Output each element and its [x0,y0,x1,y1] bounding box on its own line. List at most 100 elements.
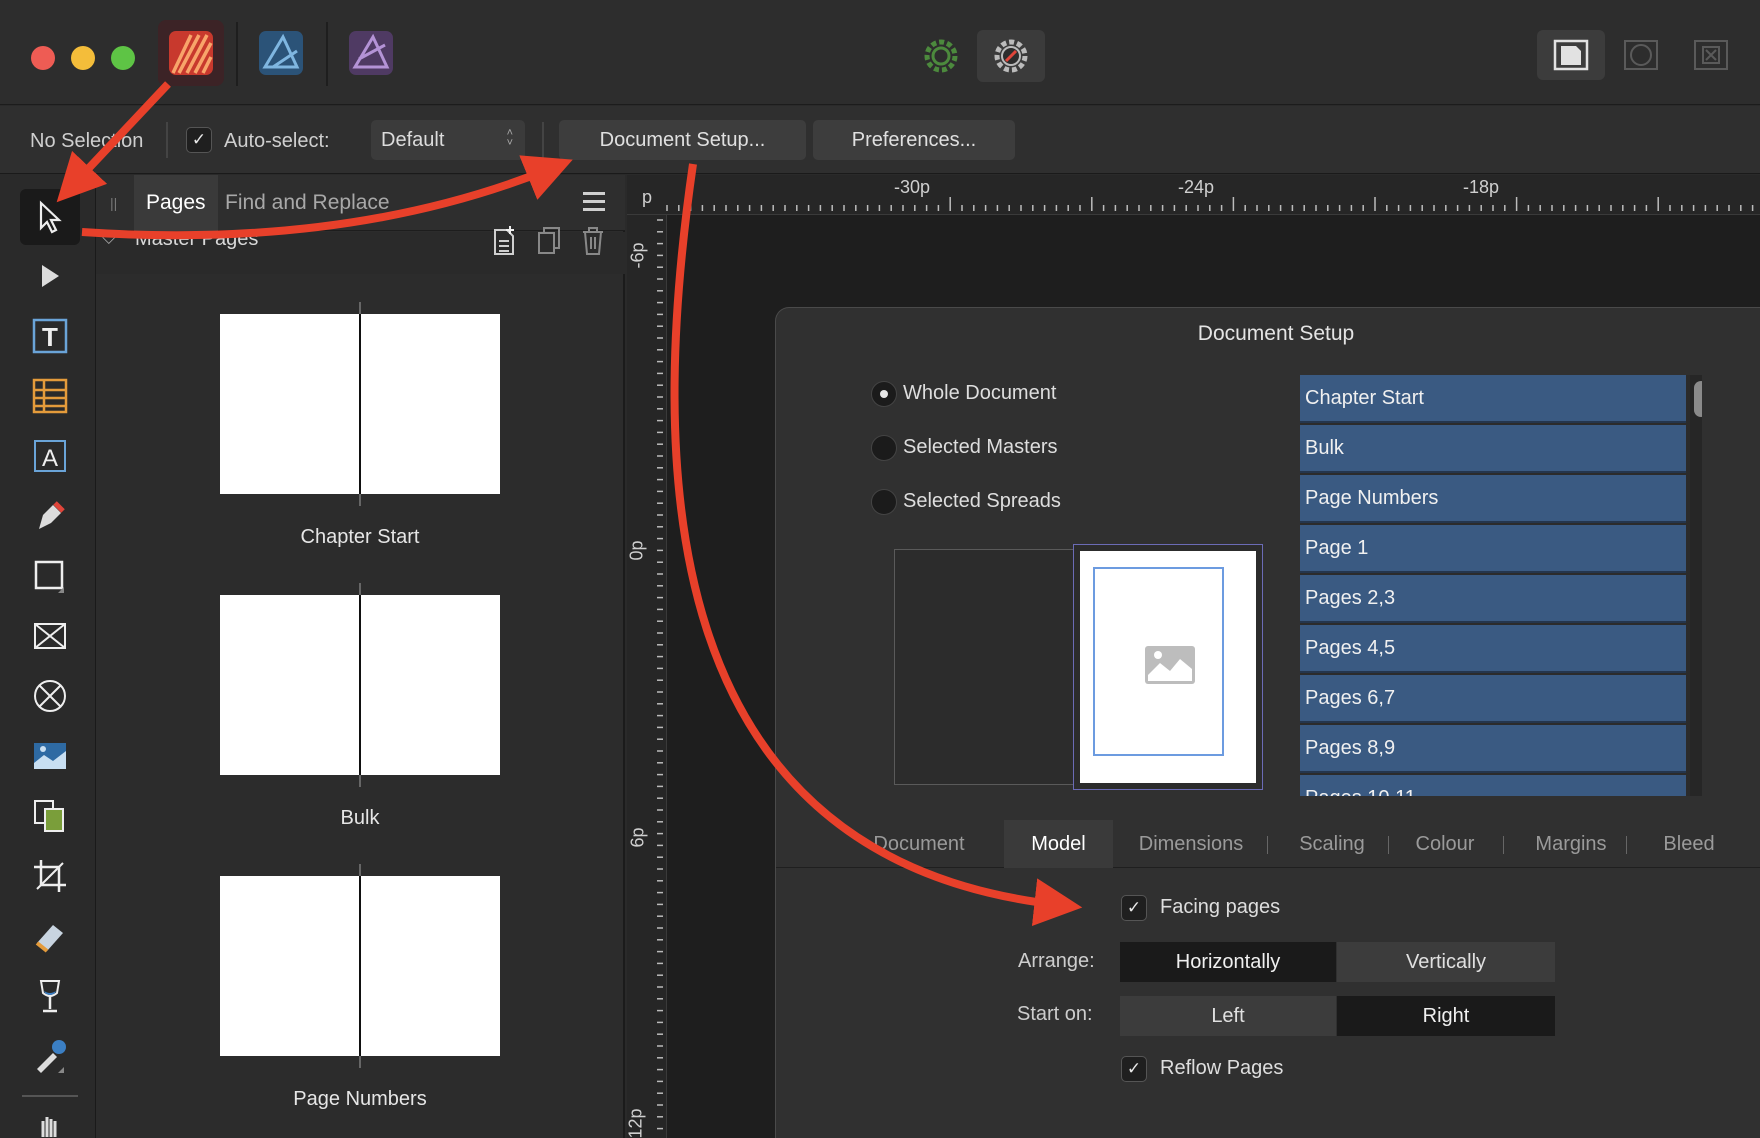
start-on-left-button[interactable]: Left [1120,996,1336,1036]
ruler-label: 0p [626,540,647,561]
tab-find-and-replace[interactable]: Find and Replace [213,175,402,231]
preferences-button[interactable]: Preferences... [813,120,1015,160]
list-item[interactable]: Page Numbers [1300,475,1686,523]
list-item[interactable]: Chapter Start [1300,375,1686,423]
settings-gear-icon[interactable] [907,30,975,82]
pages-panel: || Pages Find and Replace ⌵ Master Pages… [96,175,625,1138]
duplicate-master-icon[interactable] [536,226,562,256]
list-item[interactable]: Pages 10,11 [1300,775,1686,796]
tab-model[interactable]: Model [1004,820,1113,868]
minimize-window-button[interactable] [71,46,95,70]
radio-label[interactable]: Selected Masters [903,436,1058,459]
frame-text-tool-icon[interactable]: T [20,308,80,364]
list-item[interactable]: Pages 2,3 [1300,575,1686,623]
panel-grip-icon[interactable]: || [110,195,117,211]
publisher-persona-icon[interactable] [158,20,224,86]
tab-document[interactable]: Document [862,820,976,868]
trash-icon[interactable] [580,226,606,256]
start-on-right-button[interactable]: Right [1337,996,1555,1036]
radio-label[interactable]: Whole Document [903,382,1056,405]
list-scrollbar[interactable] [1690,375,1702,796]
master-chapter-start[interactable]: Chapter Start [220,302,500,549]
panel-menu-icon[interactable] [583,192,605,212]
tab-pages[interactable]: Pages [134,175,218,231]
reflow-pages-checkbox[interactable]: ✓ [1121,1056,1147,1082]
ruler-label: -6p [627,242,648,269]
radio-label[interactable]: Selected Spreads [903,490,1061,513]
master-label: Chapter Start [300,526,420,548]
tab-scaling[interactable]: Scaling [1277,820,1387,868]
svg-text:T: T [42,322,58,352]
picture-frame-ellipse-icon[interactable] [20,668,80,724]
add-master-icon[interactable] [491,226,517,256]
place-image-icon[interactable] [20,728,80,784]
master-thumbnail[interactable] [220,302,500,506]
node-tool-icon[interactable] [20,248,80,304]
photo-persona-icon[interactable] [338,20,404,86]
picture-frame-rectangle-icon[interactable] [20,608,80,664]
rectangle-tool-icon[interactable] [20,548,80,604]
chevron-down-icon: ⌵ [102,228,116,248]
snapping-gear-icon[interactable] [977,30,1045,82]
dialog-title: Document Setup [1197,322,1355,345]
image-placeholder-icon [1145,646,1195,684]
hand-tool-icon[interactable] [20,1105,80,1138]
tab-bleed[interactable]: Bleed [1634,820,1744,868]
list-item[interactable]: Bulk [1300,425,1686,473]
radio-selected-spreads[interactable] [871,489,897,515]
bleed-view-icon[interactable] [1607,30,1675,80]
table-tool-icon[interactable] [20,368,80,424]
list-item[interactable]: Pages 8,9 [1300,725,1686,773]
ruler-unit-label: p [642,187,653,207]
pen-tool-icon[interactable] [20,488,80,544]
list-item[interactable]: Page 1 [1300,525,1686,573]
master-pages-label: Master Pages [135,228,259,250]
window-titlebar [0,0,1760,105]
facing-pages-checkbox[interactable]: ✓ [1121,895,1147,921]
fill-tool-icon[interactable] [20,788,80,844]
panel-tab-row: || Pages Find and Replace [96,175,625,231]
master-spread-list[interactable]: Chapter Start Bulk Page Numbers Page 1 P… [1300,375,1702,796]
master-pages-section-header[interactable]: ⌵ Master Pages [96,226,625,274]
crop-tool-icon[interactable] [20,848,80,904]
clip-view-icon[interactable] [1677,30,1745,80]
tab-dimensions[interactable]: Dimensions [1125,820,1257,868]
move-tool-icon[interactable] [20,189,80,245]
radio-selected-masters[interactable] [871,435,897,461]
master-bulk[interactable]: Bulk [220,583,500,830]
auto-select-label: Auto-select: [224,130,330,152]
radio-whole-document[interactable] [871,381,897,407]
zoom-window-button[interactable] [111,46,135,70]
tab-margins[interactable]: Margins [1511,820,1631,868]
designer-persona-icon[interactable] [248,20,314,86]
transparency-tool-icon[interactable] [20,908,80,964]
auto-select-mode-select[interactable]: Default ˄ ˅ [371,120,525,160]
arrange-vertically-button[interactable]: Vertically [1337,942,1555,982]
ruler-label: -30p [894,177,931,197]
list-item[interactable]: Pages 6,7 [1300,675,1686,723]
master-thumbnail[interactable] [220,583,500,787]
close-window-button[interactable] [31,46,55,70]
color-picker-tool-icon[interactable] [20,1028,80,1084]
context-toolbar: No Selection ✓ Auto-select: Default ˄ ˅ D… [0,106,1760,174]
vector-brush-tool-icon[interactable] [20,968,80,1024]
document-setup-button[interactable]: Document Setup... [559,120,806,160]
reflow-pages-label: Reflow Pages [1160,1057,1284,1079]
auto-select-mode-value: Default [381,129,445,151]
list-item[interactable]: Pages 4,5 [1300,625,1686,673]
tab-colour[interactable]: Colour [1396,820,1494,868]
normal-view-icon[interactable] [1537,30,1605,80]
master-thumbnail[interactable] [220,864,500,1068]
svg-text:A: A [42,445,58,472]
horizontal-ruler[interactable]: p -30p -24p -18p [627,175,1760,215]
master-page-numbers[interactable]: Page Numbers [220,864,500,1111]
spread-preview-right-page [1073,544,1263,790]
arrange-horizontally-button[interactable]: Horizontally [1120,942,1336,982]
vertical-ruler[interactable]: -6p 0p 6p 12p [626,215,667,1138]
master-label: Page Numbers [293,1088,427,1110]
facing-pages-label: Facing pages [1160,896,1281,918]
auto-select-checkbox[interactable]: ✓ [186,127,212,153]
master-label: Bulk [340,807,380,829]
ruler-label: -24p [1178,177,1215,197]
artistic-text-tool-icon[interactable]: A [20,428,80,484]
